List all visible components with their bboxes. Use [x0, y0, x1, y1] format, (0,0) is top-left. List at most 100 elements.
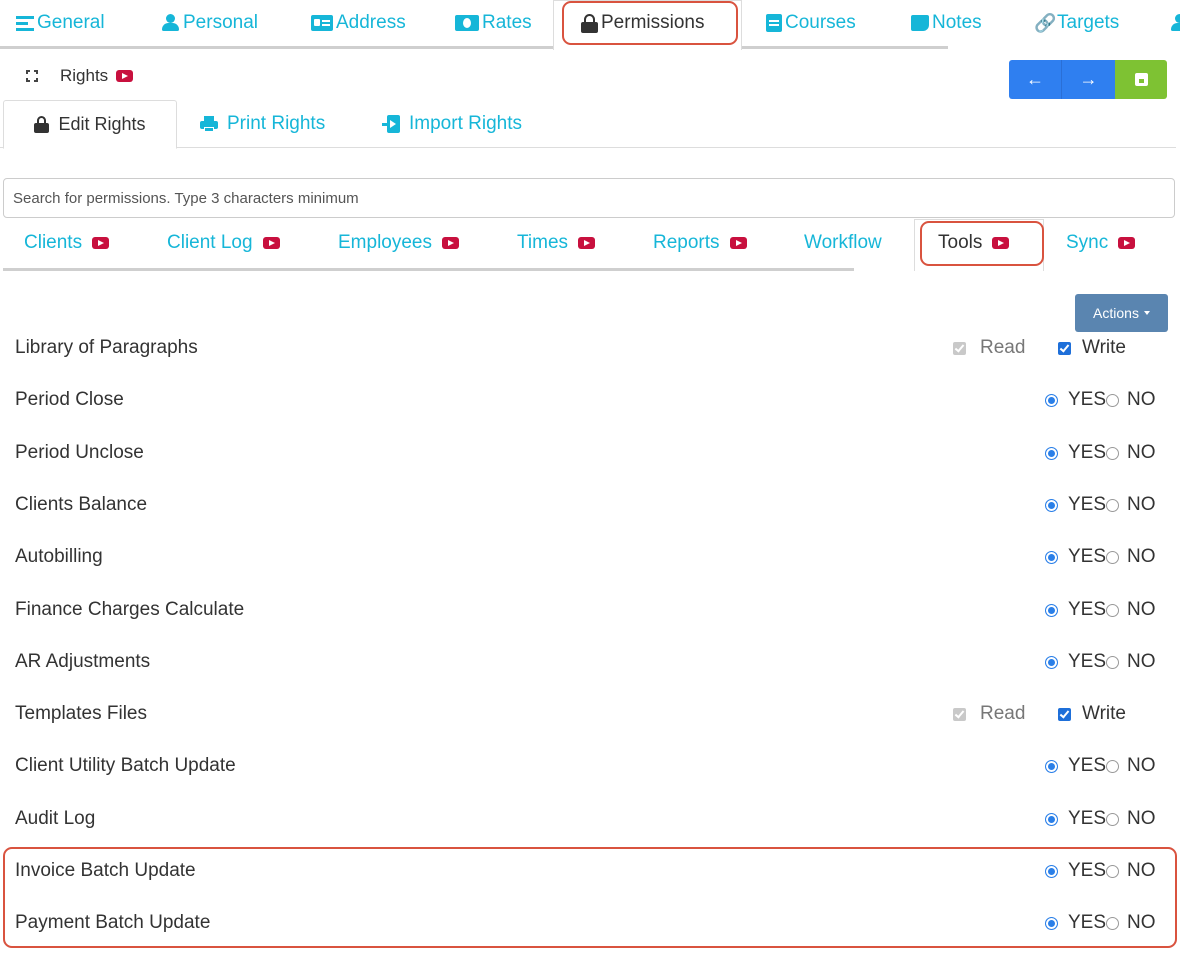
no-radio[interactable] — [1106, 916, 1120, 930]
no-radio[interactable] — [1106, 498, 1120, 512]
no-radio[interactable] — [1106, 550, 1120, 564]
video-icon[interactable] — [992, 237, 1010, 249]
caret-down-icon — [1143, 311, 1150, 315]
permission-label: Payment Batch Update — [15, 912, 211, 933]
tab-overflow[interactable] — [1170, 8, 1180, 38]
category-tab-times[interactable]: Times — [517, 229, 596, 257]
permission-row: Autobilling YES NO — [15, 542, 1165, 572]
tab-import-rights[interactable]: Import Rights — [382, 100, 522, 148]
category-tab-label: Reports — [653, 232, 720, 253]
write-checkbox-group[interactable]: Write — [1058, 337, 1126, 359]
permission-row: Period Close YES NO — [15, 385, 1165, 415]
yes-label: YES — [1068, 808, 1107, 829]
no-label: NO — [1127, 546, 1156, 567]
tab-underline — [0, 46, 948, 49]
permission-row: Library of Paragraphs Read Write — [15, 333, 1165, 363]
no-radio[interactable] — [1106, 864, 1120, 878]
person-icon — [161, 14, 180, 32]
tab-print-rights[interactable]: Print Rights — [200, 100, 325, 148]
yes-radio[interactable] — [1045, 550, 1058, 564]
category-tab-client-log[interactable]: Client Log — [167, 229, 280, 257]
previous-button[interactable]: ← — [1009, 60, 1062, 99]
no-radio[interactable] — [1106, 446, 1120, 460]
write-label: Write — [1082, 337, 1126, 358]
yes-radio[interactable] — [1045, 916, 1058, 930]
yes-radio[interactable] — [1045, 446, 1058, 460]
permission-row: Client Utility Batch Update YES NO — [15, 751, 1165, 781]
tab-personal[interactable]: Personal — [161, 8, 258, 38]
tab-permissions[interactable]: Permissions — [581, 8, 704, 38]
write-checkbox[interactable] — [1058, 707, 1071, 721]
category-tab-label: Tools — [938, 232, 983, 253]
category-tab-tools[interactable]: Tools — [938, 229, 1010, 257]
read-checkbox[interactable] — [953, 341, 966, 355]
permission-search-input[interactable] — [3, 178, 1175, 218]
permission-label: Invoice Batch Update — [15, 860, 196, 881]
yes-radio[interactable] — [1045, 812, 1058, 826]
tab-courses[interactable]: Courses — [766, 8, 856, 38]
no-radio[interactable] — [1106, 393, 1120, 407]
yes-label: YES — [1068, 651, 1107, 672]
tab-notes[interactable]: Notes — [911, 8, 982, 38]
video-icon[interactable] — [1118, 237, 1136, 249]
permission-row: Finance Charges Calculate YES NO — [15, 595, 1165, 625]
yes-label: YES — [1068, 389, 1107, 410]
tab-general[interactable]: General — [16, 8, 105, 38]
tab-edit-rights[interactable]: Edit Rights — [3, 100, 177, 149]
write-label: Write — [1082, 703, 1126, 724]
video-icon[interactable] — [116, 70, 134, 82]
no-label: NO — [1127, 651, 1156, 672]
yes-radio[interactable] — [1045, 393, 1058, 407]
expand-icon[interactable] — [26, 70, 38, 82]
yes-no-radio-group: YES NO — [1045, 912, 1156, 934]
tab-rates[interactable]: Rates — [455, 8, 532, 38]
video-icon[interactable] — [578, 237, 596, 249]
money-icon — [455, 15, 479, 31]
permission-label: Finance Charges Calculate — [15, 599, 245, 620]
record-toolbar: ← → — [1009, 60, 1167, 100]
no-radio[interactable] — [1106, 759, 1120, 773]
category-tab-label: Client Log — [167, 232, 253, 253]
category-tab-workflow[interactable]: Workflow — [804, 229, 882, 257]
yes-label: YES — [1068, 599, 1107, 620]
yes-radio[interactable] — [1045, 498, 1058, 512]
category-tab-employees[interactable]: Employees — [338, 229, 459, 257]
tab-personal-label: Personal — [183, 12, 258, 33]
video-icon[interactable] — [729, 237, 747, 249]
video-icon[interactable] — [442, 237, 459, 249]
tab-edit-rights-label: Edit Rights — [58, 114, 146, 134]
no-radio[interactable] — [1106, 603, 1120, 617]
next-button[interactable]: → — [1062, 60, 1115, 99]
yes-radio[interactable] — [1045, 655, 1058, 669]
actions-dropdown-button[interactable]: Actions — [1075, 294, 1168, 332]
no-label: NO — [1127, 860, 1156, 881]
video-icon[interactable] — [262, 237, 280, 249]
read-checkbox-group[interactable]: Read — [953, 337, 1025, 359]
read-checkbox[interactable] — [953, 707, 966, 721]
permission-row: Clients Balance YES NO — [15, 490, 1165, 520]
permission-row: AR Adjustments YES NO — [15, 647, 1165, 677]
yes-label: YES — [1068, 860, 1107, 881]
save-button[interactable] — [1115, 60, 1167, 99]
write-checkbox[interactable] — [1058, 341, 1071, 355]
write-checkbox-group[interactable]: Write — [1058, 703, 1126, 725]
no-radio[interactable] — [1106, 812, 1120, 826]
permission-label: Autobilling — [15, 546, 103, 567]
yes-radio[interactable] — [1045, 864, 1058, 878]
no-radio[interactable] — [1106, 655, 1120, 669]
video-icon[interactable] — [92, 237, 110, 249]
rights-tab-bar: Edit Rights Print Rights Import Rights — [0, 100, 1176, 149]
note-icon — [911, 15, 929, 31]
lock-icon — [34, 116, 50, 133]
no-label: NO — [1127, 442, 1156, 463]
tab-address-label: Address — [336, 12, 406, 33]
tab-targets[interactable]: 🔗 Targets — [1034, 8, 1119, 38]
category-tab-clients[interactable]: Clients — [24, 229, 110, 257]
category-tab-sync[interactable]: Sync — [1066, 229, 1136, 257]
category-tab-reports[interactable]: Reports — [653, 229, 747, 257]
tab-address[interactable]: Address — [311, 8, 406, 38]
read-checkbox-group[interactable]: Read — [953, 703, 1025, 725]
yes-radio[interactable] — [1045, 603, 1058, 617]
tab-general-label: General — [37, 12, 105, 33]
yes-radio[interactable] — [1045, 759, 1058, 773]
